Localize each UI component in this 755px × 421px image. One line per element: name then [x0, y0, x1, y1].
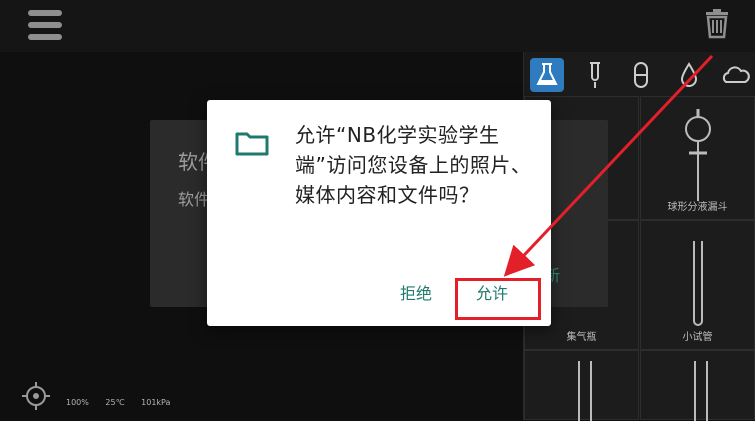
small-test-tube-cell[interactable]: 小试管 [640, 220, 755, 350]
status-bar: 100% 25℃ 101kPa [66, 398, 184, 407]
cloud-icon[interactable] [718, 58, 752, 92]
test-tube-icon[interactable] [578, 58, 612, 92]
temperature-readout: 25℃ [105, 398, 125, 407]
beaker-icon[interactable] [530, 58, 564, 92]
tool-tabs [524, 52, 755, 96]
allow-highlight-box [455, 278, 541, 320]
droplet-icon[interactable] [672, 58, 706, 92]
hamburger-menu-icon[interactable] [28, 10, 62, 40]
separatory-funnel-cell[interactable]: 球形分液漏斗 [640, 96, 755, 220]
zoom-readout: 100% [66, 398, 89, 407]
folder-icon [235, 130, 269, 156]
gas-jar-label: 集气瓶 [566, 332, 597, 343]
top-bar [0, 0, 755, 52]
crosshair-icon[interactable] [20, 380, 52, 412]
equipment-cell[interactable] [640, 350, 755, 421]
capsule-icon[interactable] [624, 58, 658, 92]
update-body: 软件 [178, 190, 211, 209]
equipment-cell[interactable] [524, 350, 639, 421]
pressure-readout: 101kPa [141, 398, 171, 407]
separatory-funnel-label: 球形分液漏斗 [667, 202, 728, 213]
deny-button[interactable]: 拒绝 [400, 280, 432, 304]
small-test-tube-label: 小试管 [682, 332, 713, 343]
permission-message: 允许“NB化学实验学生端”访问您设备上的照片、媒体内容和文件吗？ [295, 123, 532, 207]
trash-icon[interactable] [700, 6, 734, 40]
